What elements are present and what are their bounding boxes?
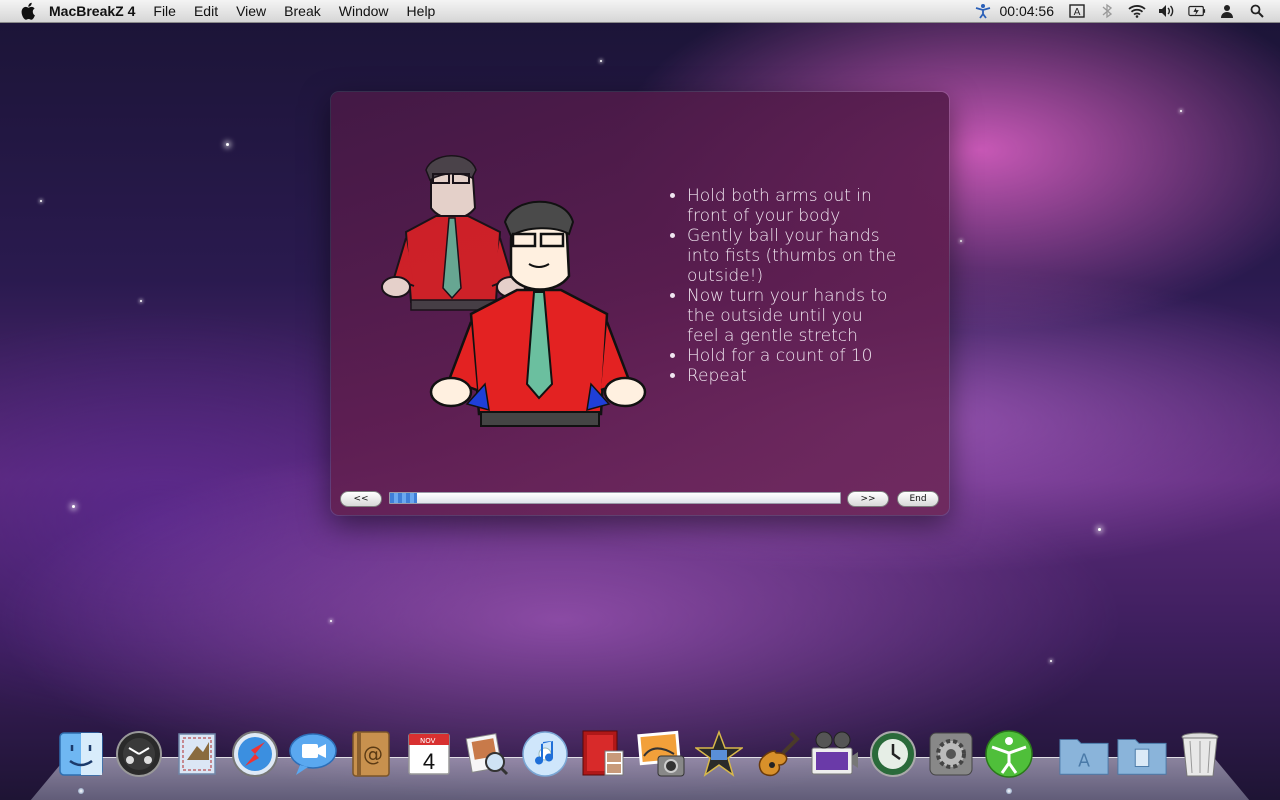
bluetooth-icon[interactable] [1098,3,1116,19]
progress-fill [390,493,417,503]
wifi-icon[interactable] [1128,3,1146,19]
star [330,620,332,622]
time-machine-icon[interactable] [867,728,919,780]
preview-icon[interactable] [461,728,513,780]
applications-folder-icon[interactable]: A [1058,728,1110,780]
keyboard-input-icon[interactable]: A [1068,3,1086,19]
menu-window[interactable]: Window [330,0,398,22]
menu-break[interactable]: Break [275,0,330,22]
documents-folder-icon[interactable] [1116,728,1168,780]
photo-booth-icon[interactable] [577,728,629,780]
star [226,143,229,146]
previous-button[interactable]: << [340,491,382,507]
address-book-icon[interactable]: @ [345,728,397,780]
instruction-item: Gently ball your hands into fists (thumb… [687,226,897,286]
running-indicator [78,788,84,794]
instruction-item: Repeat [687,366,897,386]
user-icon[interactable] [1218,3,1236,19]
imovie-icon[interactable] [693,728,745,780]
break-exercise-panel: Hold both arms out in front of your body… [331,92,949,515]
apple-menu-icon[interactable] [18,2,40,20]
exercise-progress-bar [389,492,841,504]
dock: @ NOV 4 A [55,728,1230,794]
menu-view[interactable]: View [227,0,275,22]
running-indicator [1006,788,1012,794]
break-timer[interactable]: 00:04:56 [1000,3,1055,19]
system-preferences-icon[interactable] [925,728,977,780]
star [72,505,75,508]
safari-icon[interactable] [229,728,281,780]
finder-icon[interactable] [55,728,107,794]
ical-icon[interactable]: NOV 4 [403,728,455,780]
star [40,200,42,202]
volume-icon[interactable] [1158,3,1176,19]
star [1180,110,1182,112]
exercise-controls: << >> End [331,490,949,507]
mail-icon[interactable] [171,728,223,780]
end-button[interactable]: End [897,491,939,507]
menu-edit[interactable]: Edit [185,0,227,22]
svg-text:A: A [1078,752,1090,772]
app-menu[interactable]: MacBreakZ 4 [40,0,144,22]
exercise-instructions: Hold both arms out in front of your body… [669,186,897,386]
next-button[interactable]: >> [847,491,889,507]
menu-file[interactable]: File [144,0,185,22]
trash-icon[interactable] [1174,728,1226,780]
svg-text:@: @ [363,742,383,766]
svg-text:A: A [1074,7,1081,18]
star [960,240,962,242]
ichat-icon[interactable] [287,728,339,780]
instruction-item: Now turn your hands to the outside until… [687,286,897,346]
star [600,60,602,62]
exercise-illustration [371,142,651,452]
ical-month-label: NOV [420,737,436,745]
star [1098,528,1101,531]
dvd-player-icon[interactable] [809,728,861,780]
dashboard-icon[interactable] [113,728,165,780]
garageband-icon[interactable] [751,728,803,780]
instruction-item: Hold for a count of 10 [687,346,897,366]
ical-day-label: 4 [423,749,435,774]
menu-bar: MacBreakZ 4 File Edit View Break Window … [0,0,1280,23]
instruction-item: Hold both arms out in front of your body [687,186,897,226]
battery-icon[interactable] [1188,3,1206,19]
macbreakz-icon[interactable] [983,728,1035,794]
iphoto-icon[interactable] [635,728,687,780]
star [1050,660,1052,662]
stretch-figure-icon[interactable] [974,3,992,19]
spotlight-icon[interactable] [1248,3,1266,19]
menu-help[interactable]: Help [398,0,445,22]
star [140,300,142,302]
itunes-icon[interactable] [519,728,571,780]
